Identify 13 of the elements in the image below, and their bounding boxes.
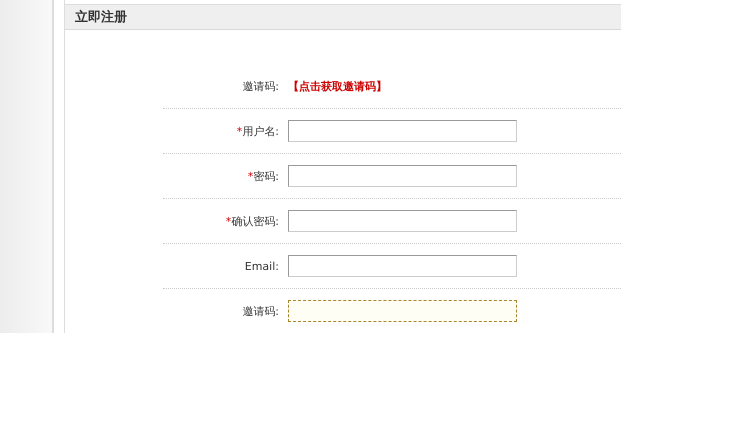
panel-title: 立即注册 [75, 8, 127, 26]
input-field[interactable] [288, 300, 517, 322]
input-field[interactable] [288, 120, 517, 142]
field-label: *确认密码: [224, 214, 280, 228]
input-field[interactable] [288, 210, 517, 232]
field-label: *密码: [246, 168, 280, 184]
field-label: 邀请码: [241, 79, 280, 94]
invite-code-link[interactable]: 【点击获取邀请码】 [288, 79, 387, 94]
field-label: Email: [244, 260, 280, 272]
input-field[interactable] [288, 255, 517, 277]
field-label: *用户名: [236, 124, 280, 138]
field-label: 邀请码: [241, 304, 280, 318]
input-field[interactable] [288, 165, 517, 187]
